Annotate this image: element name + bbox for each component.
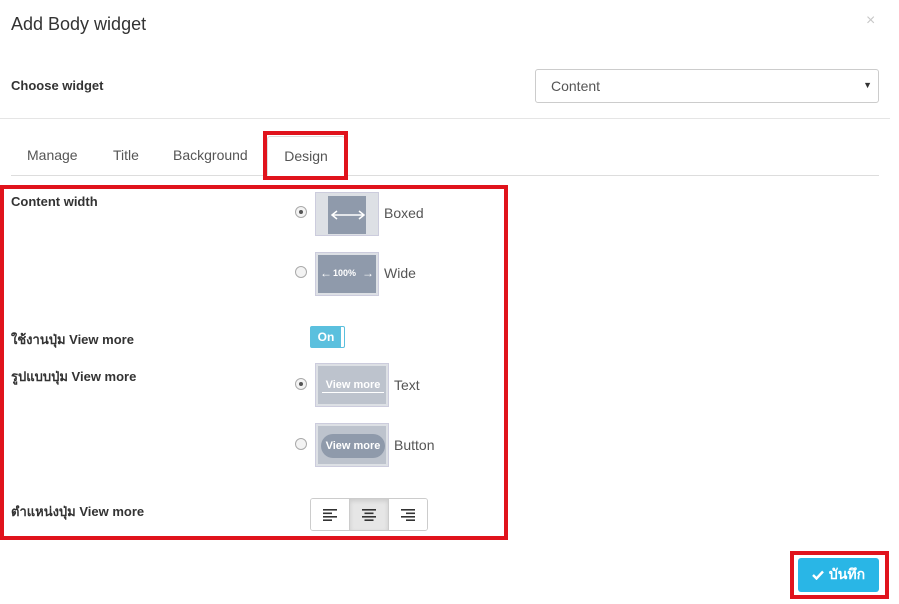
align-center-button[interactable] xyxy=(350,499,389,530)
choose-widget-label: Choose widget xyxy=(11,78,104,93)
tab-manage[interactable]: Manage xyxy=(27,136,78,176)
radio-text-style[interactable] xyxy=(295,378,307,390)
highlight-box-design-panel xyxy=(0,185,508,540)
view-more-style-label: รูปแบบปุ่ม View more xyxy=(11,369,137,384)
text-style-label: Text xyxy=(394,377,420,393)
check-icon xyxy=(812,570,824,580)
wide-label: Wide xyxy=(384,265,416,281)
text-style-thumb[interactable]: View more xyxy=(315,363,389,407)
modal-title: Add Body widget xyxy=(11,14,147,34)
close-icon[interactable]: × xyxy=(866,12,875,30)
tab-design[interactable]: Design xyxy=(267,136,345,176)
divider xyxy=(0,118,890,119)
toggle-on-label: On xyxy=(311,327,341,347)
radio-button-style[interactable] xyxy=(295,438,307,450)
button-style-thumb[interactable]: View more xyxy=(315,423,389,467)
text-style-thumb-text: View more xyxy=(322,379,384,393)
align-left-button[interactable] xyxy=(311,499,350,530)
button-style-thumb-text: View more xyxy=(321,434,385,458)
alignment-button-group xyxy=(310,498,428,531)
tab-title[interactable]: Title xyxy=(113,136,139,176)
radio-boxed[interactable] xyxy=(295,206,307,218)
radio-wide[interactable] xyxy=(295,266,307,278)
chevron-down-icon: ▼ xyxy=(863,80,872,90)
save-button[interactable]: บันทึก xyxy=(798,558,879,592)
align-right-button[interactable] xyxy=(389,499,427,530)
wide-thumb[interactable]: ← 100% → xyxy=(315,252,379,296)
align-left-icon xyxy=(323,508,337,521)
content-width-label: Content width xyxy=(11,194,98,209)
align-center-icon xyxy=(362,508,376,521)
save-label: บันทึก xyxy=(828,566,866,582)
boxed-thumb[interactable] xyxy=(315,192,379,236)
boxed-label: Boxed xyxy=(384,205,424,221)
wide-thumb-text: 100% xyxy=(333,268,357,278)
view-more-enable-label: ใช้งานปุ่ม View more xyxy=(11,332,134,347)
boxed-width-icon xyxy=(328,196,366,234)
button-style-label: Button xyxy=(394,437,435,453)
tab-bar: Manage Title Background Design xyxy=(11,136,879,176)
widget-select[interactable]: Content ▼ xyxy=(535,69,879,103)
view-more-toggle[interactable]: On xyxy=(310,326,345,348)
view-more-position-label: ตำแหน่งปุ่ม View more xyxy=(11,504,145,519)
widget-select-value: Content xyxy=(551,78,601,94)
tab-background[interactable]: Background xyxy=(173,136,248,176)
align-right-icon xyxy=(401,508,415,521)
